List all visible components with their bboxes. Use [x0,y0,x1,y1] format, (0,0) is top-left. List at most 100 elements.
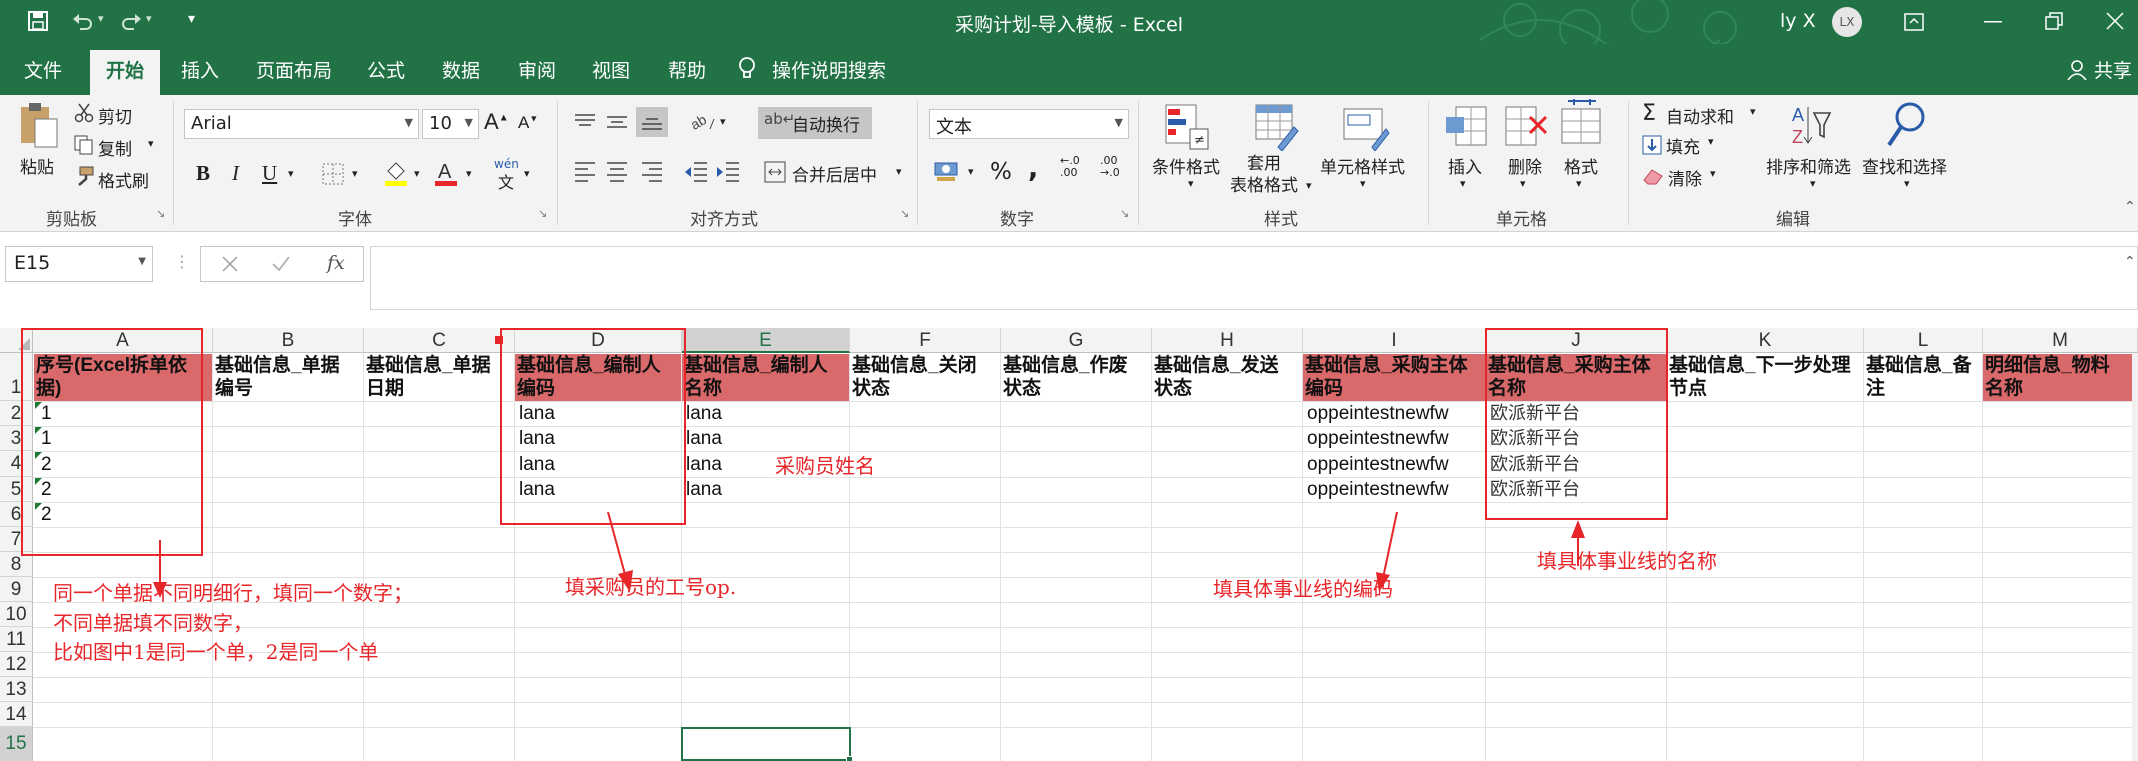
share-icon[interactable] [2067,60,2087,80]
formula-input[interactable] [370,246,2138,310]
cell-i3[interactable]: oppeintestnewfw [1304,426,1449,451]
autosum-dropdown-icon[interactable]: ▾ [1750,105,1756,118]
find-select-button[interactable]: 查找和选择 [1862,153,1947,178]
tab-formulas[interactable]: 公式 [367,56,405,83]
tab-help[interactable]: 帮助 [668,56,706,83]
cell-styles-icon[interactable] [1342,103,1390,151]
cell-i5[interactable]: oppeintestnewfw [1304,477,1449,502]
delete-cells-button[interactable]: 删除 [1508,153,1542,178]
insert-cells-button[interactable]: 插入 [1448,153,1482,178]
insert-function-icon[interactable]: fx [327,252,345,274]
avatar[interactable]: LX [1832,7,1862,37]
column-header-b[interactable]: B [213,328,364,353]
eraser-icon[interactable] [1642,166,1664,186]
undo-icon[interactable] [72,10,94,32]
autosum-button[interactable]: 自动求和 [1666,103,1734,128]
header-cell-h1[interactable]: 基础信息_发送 状态 [1152,354,1302,401]
decrease-decimal-icon[interactable]: .00 →.0 [1100,155,1120,179]
find-select-icon[interactable] [1886,101,1928,149]
format-as-table-icon[interactable] [1254,103,1300,151]
cancel-entry-icon[interactable] [221,255,239,273]
comma-button[interactable]: , [1028,153,1038,184]
font-size-select[interactable]: 10 ▼ [422,109,479,139]
header-cell-k1[interactable]: 基础信息_下一步处理 节点 [1667,354,1863,401]
decrease-indent-icon[interactable] [684,161,708,183]
tab-data[interactable]: 数据 [442,56,480,83]
column-header-i[interactable]: I [1303,328,1486,353]
format-cells-button[interactable]: 格式 [1564,153,1598,178]
orientation-dropdown-icon[interactable]: ▾ [720,115,726,128]
copy-dropdown-icon[interactable]: ▾ [148,137,154,150]
header-cell-g1[interactable]: 基础信息_作废 状态 [1001,354,1151,401]
align-top-icon[interactable] [574,113,596,131]
confirm-entry-icon[interactable] [271,255,291,273]
format-as-table-button[interactable]: 套用 表格格式 [1230,153,1298,197]
cell-styles-dropdown-icon[interactable]: ▾ [1360,177,1366,190]
row-header-9[interactable]: 9 [0,577,33,602]
insert-dropdown-icon[interactable]: ▾ [1460,177,1466,190]
cut-button[interactable]: 剪切 [98,103,132,128]
header-cell-m1[interactable]: 明细信息_物料 名称 [1983,354,2138,401]
wrap-text-button[interactable]: 自动换行 [792,111,860,136]
bold-button[interactable]: B [196,161,210,186]
row-header-13[interactable]: 13 [0,677,33,702]
align-center-icon[interactable] [606,161,628,183]
cell-e4[interactable]: lana [683,452,722,477]
insert-cells-icon[interactable] [1444,103,1488,149]
user-name[interactable]: ly X [1780,10,1816,32]
number-format-select[interactable]: 文本 ▼ [929,109,1129,139]
paste-button[interactable]: 粘贴 [20,153,54,178]
restore-icon[interactable] [2045,12,2063,30]
row-header-14[interactable]: 14 [0,702,33,727]
increase-decimal-icon[interactable]: ←.0.00 [1060,155,1080,179]
redo-icon[interactable] [120,10,142,32]
conditional-formatting-button[interactable]: 条件格式 [1152,153,1220,178]
minimize-icon[interactable] [1984,21,2002,23]
column-header-g[interactable]: G [1001,328,1152,353]
copy-icon[interactable] [74,135,94,155]
tab-file[interactable]: 文件 [24,56,62,83]
accounting-dropdown-icon[interactable]: ▾ [968,165,974,178]
borders-dropdown-icon[interactable]: ▾ [352,167,358,180]
cell-i4[interactable]: oppeintestnewfw [1304,452,1449,477]
fill-color-dropdown-icon[interactable]: ▾ [414,167,420,180]
tab-review[interactable]: 审阅 [518,56,556,83]
header-cell-b1[interactable]: 基础信息_单据 编号 [213,354,363,401]
fill-dropdown-icon[interactable]: ▾ [1708,135,1714,148]
header-cell-f1[interactable]: 基础信息_关闭 状态 [850,354,1000,401]
align-right-icon[interactable] [641,161,663,183]
format-painter-button[interactable]: 格式刷 [98,167,149,192]
borders-icon[interactable] [322,163,344,185]
share-button[interactable]: 共享 [2094,56,2132,83]
merge-center-button[interactable]: 合并后居中 [792,161,877,186]
clear-button[interactable]: 清除 [1668,165,1702,190]
sort-filter-dropdown-icon[interactable]: ▾ [1810,177,1816,190]
name-box[interactable]: E15 ▼ [5,246,153,282]
increase-font-icon[interactable]: A▲ [484,109,509,135]
column-header-m[interactable]: M [1983,328,2138,353]
delete-cells-icon[interactable] [1504,103,1548,149]
clipboard-launcher-icon[interactable]: ↘ [156,207,165,220]
cell-styles-button[interactable]: 单元格样式 [1320,153,1405,178]
worksheet-grid[interactable]: A B C D E F G H I J K L M 1 2 3 4 5 6 7 … [0,328,2138,761]
fill-button[interactable]: 填充 [1666,133,1700,158]
alignment-launcher-icon[interactable]: ↘ [900,207,909,220]
undo-dropdown-icon[interactable]: ▾ [98,12,104,25]
column-header-l[interactable]: L [1864,328,1983,353]
tab-insert[interactable]: 插入 [181,56,219,83]
sort-filter-button[interactable]: 排序和筛选 [1766,153,1851,178]
format-dropdown-icon[interactable]: ▾ [1576,177,1582,190]
ribbon-display-options-icon[interactable] [1904,13,1924,31]
conditional-formatting-icon[interactable]: ≠ [1164,103,1210,151]
fill-icon[interactable] [1642,135,1662,155]
fill-color-icon[interactable] [384,159,408,187]
paste-icon[interactable] [19,101,61,149]
phonetic-dropdown-icon[interactable]: ▾ [524,167,530,180]
header-cell-c1[interactable]: 基础信息_单据 日期 [364,354,514,401]
fill-handle[interactable] [846,756,853,761]
cut-icon[interactable] [74,103,94,123]
save-icon[interactable] [28,11,48,31]
column-header-e[interactable]: E [682,328,850,353]
row-header-10[interactable]: 10 [0,602,33,627]
font-color-dropdown-icon[interactable]: ▾ [466,167,472,180]
